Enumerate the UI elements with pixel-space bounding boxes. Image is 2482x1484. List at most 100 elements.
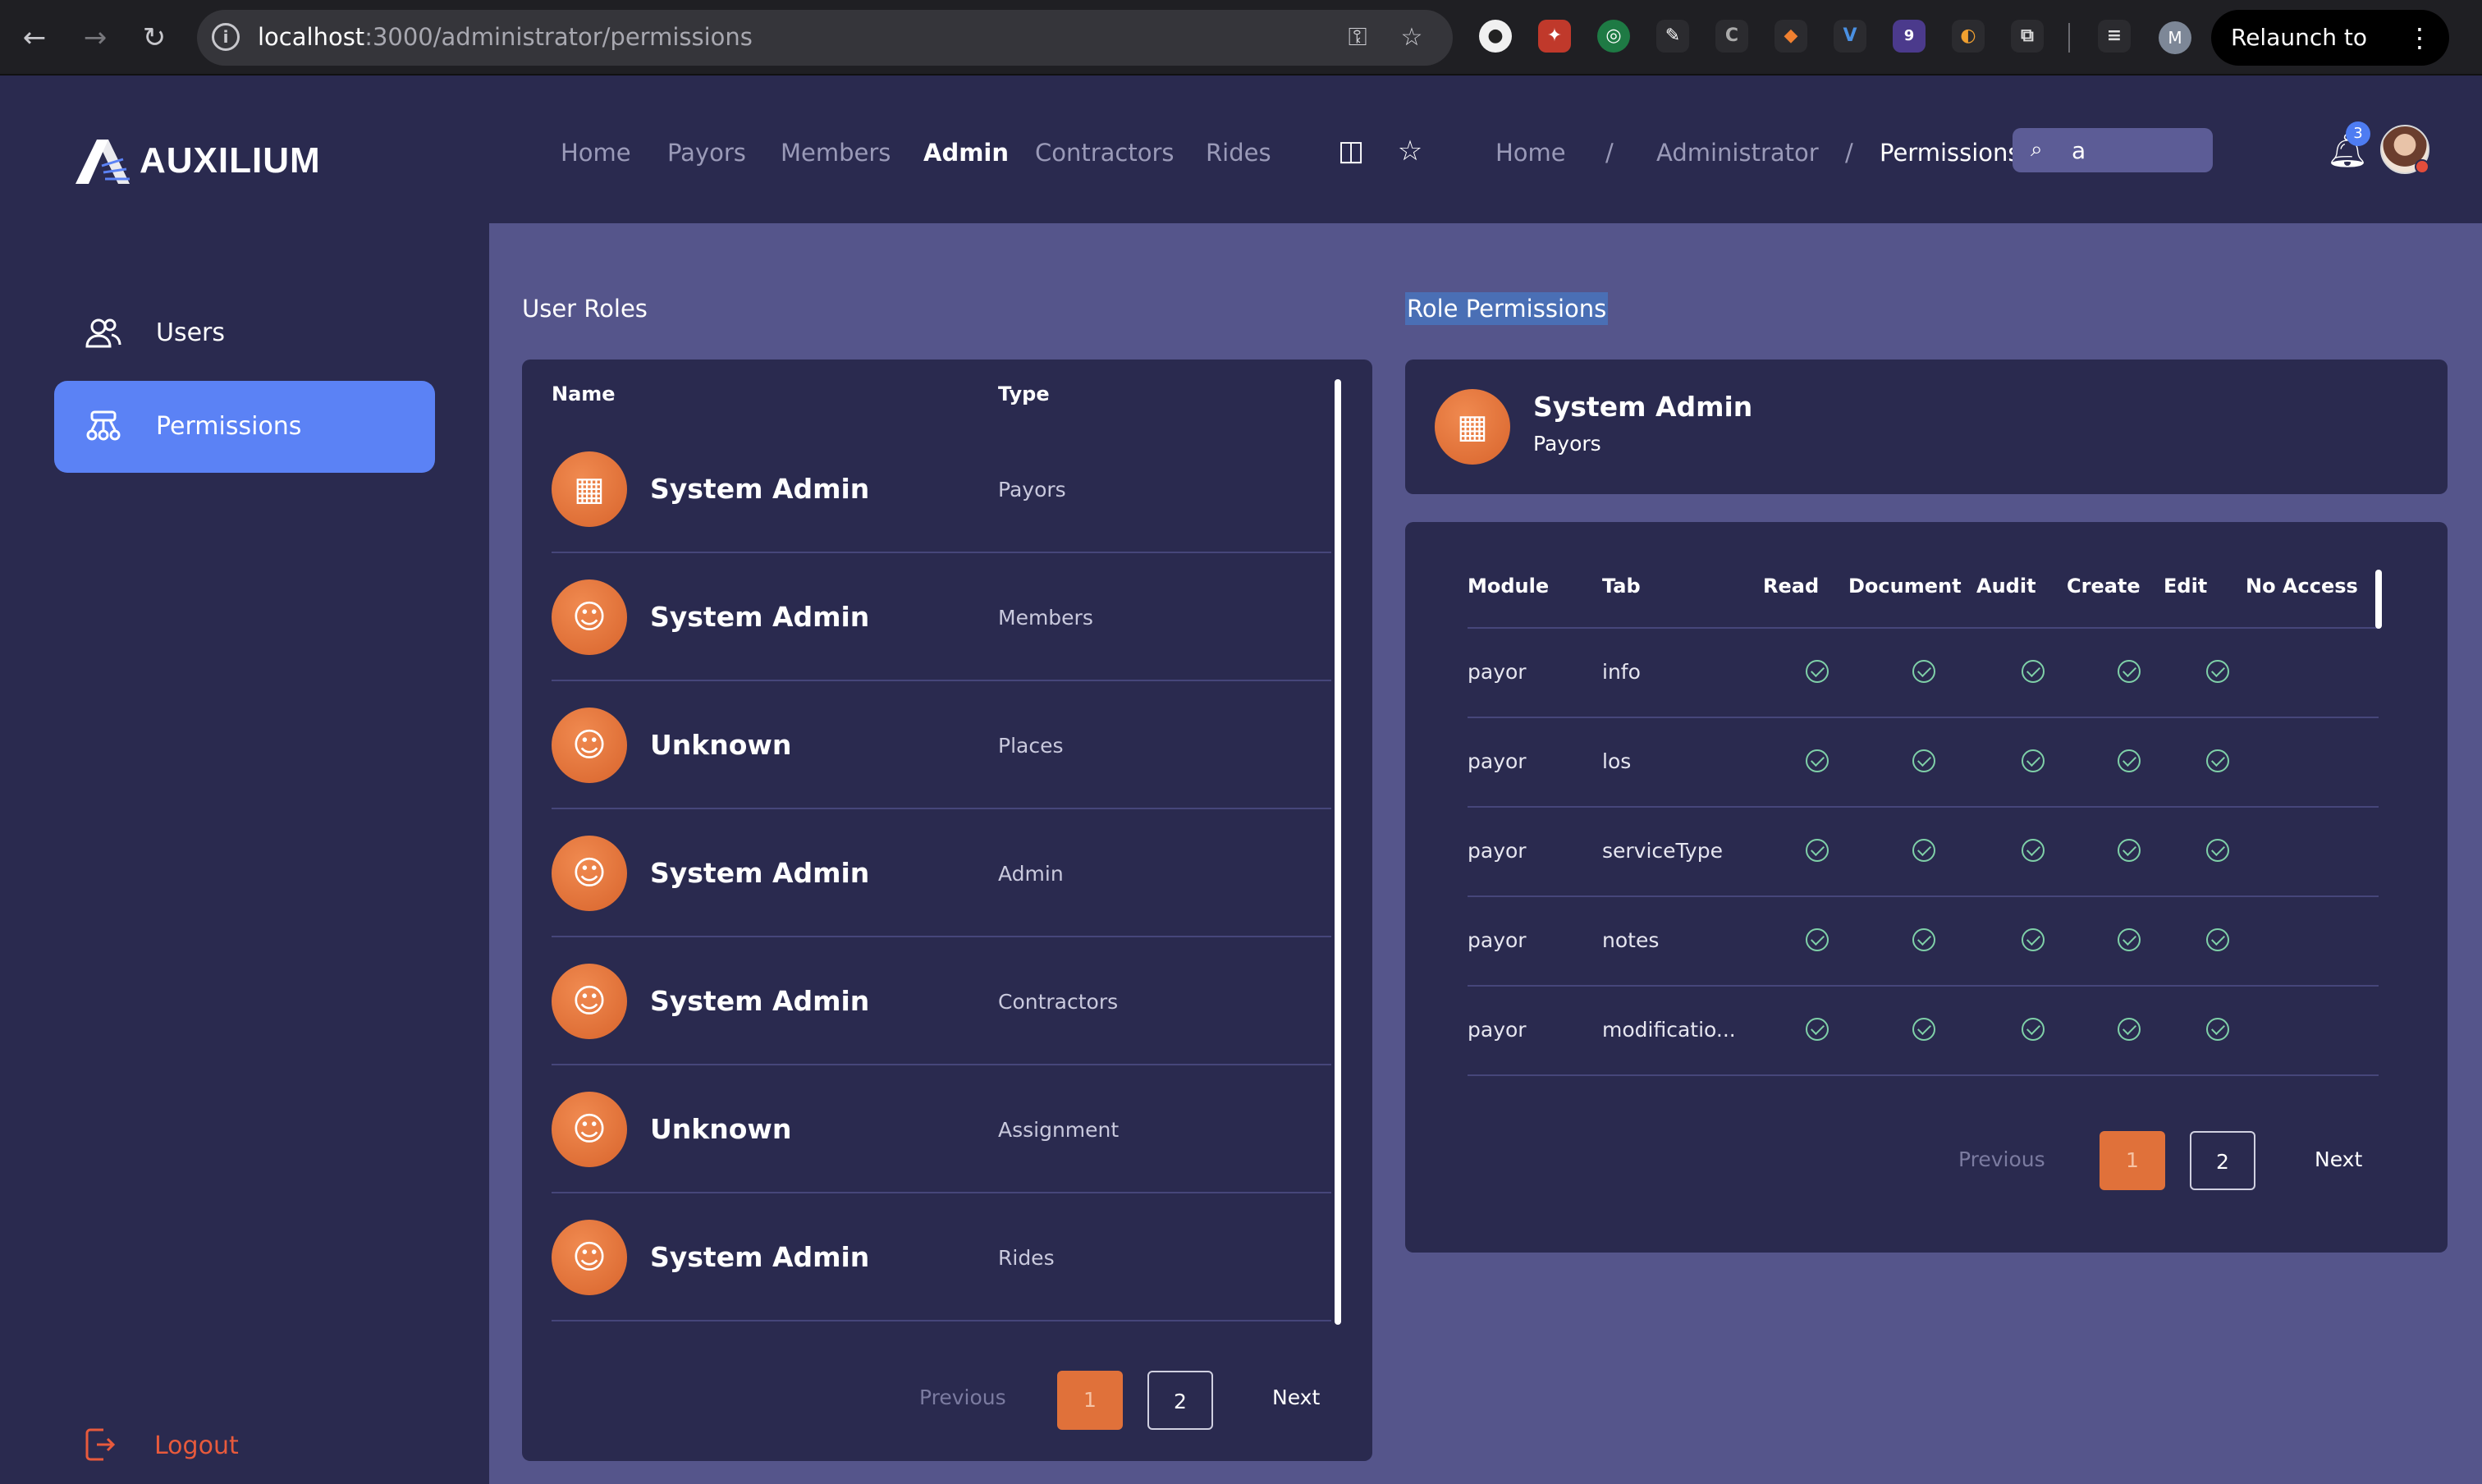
browser-chrome: ← → ↻ i localhost:3000/administrator/per… [0,0,2482,107]
media-controls-icon[interactable]: ≡ [2098,20,2131,53]
notification-count-badge: 3 [2346,121,2370,146]
sidebar: Users Permissions Logout [0,223,489,1484]
permissions-table-panel: Module Tab Read Document Audit Create Ed… [1405,522,2448,1253]
audit-check-icon[interactable] [2022,749,2045,772]
favorite-star-icon[interactable]: ☆ [1392,133,1428,169]
extension-icon[interactable]: ● [1479,20,1512,53]
table-row[interactable]: ☺ System Admin Admin [552,809,1331,937]
page-button-1[interactable]: 1 [2100,1131,2165,1190]
edit-check-icon[interactable] [2206,928,2229,951]
profile-avatar[interactable]: M [2159,21,2191,54]
table-row[interactable]: ☺ System Admin Contractors [552,937,1331,1065]
sidebar-item-users[interactable]: Users [54,287,435,379]
extension-icon[interactable]: V [1834,20,1866,53]
edit-check-icon[interactable] [2206,660,2229,683]
nav-contractors[interactable]: Contractors [1035,136,1175,169]
user-icon: ☺ [552,836,627,911]
extension-icon[interactable]: ◐ [1952,20,1985,53]
edit-check-icon[interactable] [2206,749,2229,772]
document-check-icon[interactable] [1912,839,1935,862]
nav-home[interactable]: Home [561,136,631,169]
breadcrumb-home[interactable]: Home [1495,136,1566,169]
table-row[interactable]: ▦ System Admin Payors [552,425,1331,553]
url-text[interactable]: localhost:3000/administrator/permissions [258,23,753,51]
table-row[interactable]: ☺ System Admin Members [552,553,1331,681]
user-roles-title: User Roles [522,295,648,323]
extension-icon[interactable]: ✦ [1538,20,1571,53]
vertical-scrollbar[interactable] [1335,379,1341,1325]
create-check-icon[interactable] [2118,928,2141,951]
pagination-previous[interactable]: Previous [1958,1146,2045,1174]
extension-icon[interactable]: 9 [1893,20,1926,53]
pagination-next[interactable]: Next [2315,1146,2362,1174]
read-check-icon[interactable] [1806,660,1829,683]
extensions-puzzle-icon[interactable]: ⧉ [2011,20,2044,53]
nav-rides[interactable]: Rides [1206,136,1271,169]
site-info-icon[interactable]: i [212,23,240,51]
search-box[interactable]: ⌕ [2013,128,2213,172]
sidebar-item-permissions[interactable]: Permissions [54,381,435,473]
search-input[interactable] [2072,135,2203,166]
table-row[interactable]: ☺ System Admin Rides [552,1193,1331,1321]
role-type: Rides [998,1246,1055,1270]
edit-check-icon[interactable] [2206,839,2229,862]
vertical-scrollbar[interactable] [2375,570,2382,629]
column-header-edit: Edit [2164,575,2208,598]
document-check-icon[interactable] [1912,749,1935,772]
tab-cell: info [1602,660,1641,684]
create-check-icon[interactable] [2118,1018,2141,1041]
back-icon[interactable]: ← [15,18,54,57]
document-check-icon[interactable] [1912,928,1935,951]
forward-icon[interactable]: → [76,18,115,57]
status-indicator [2415,159,2429,174]
table-row: payor notes [1468,897,2379,987]
pagination-previous[interactable]: Previous [919,1384,1006,1412]
address-bar[interactable]: i localhost:3000/administrator/permissio… [197,10,1453,66]
document-check-icon[interactable] [1912,1018,1935,1041]
edit-check-icon[interactable] [2206,1018,2229,1041]
user-icon: ☺ [552,1220,627,1295]
create-check-icon[interactable] [2118,749,2141,772]
read-check-icon[interactable] [1806,749,1829,772]
breadcrumb-separator: / [1605,139,1614,167]
logo-text: AUXILIUM [140,140,321,181]
reload-icon[interactable]: ↻ [135,18,174,57]
extension-icon[interactable]: ✎ [1656,20,1689,53]
extension-icon[interactable]: ◆ [1774,20,1807,53]
more-menu-icon[interactable]: ⋮ [2406,10,2433,66]
sidebar-toggle-icon[interactable]: ◫ [1333,133,1369,169]
read-check-icon[interactable] [1806,1018,1829,1041]
audit-check-icon[interactable] [2022,839,2045,862]
breadcrumb-administrator[interactable]: Administrator [1656,136,1819,169]
nav-payors[interactable]: Payors [667,136,746,169]
extension-icon[interactable]: C [1715,20,1748,53]
page-button-1[interactable]: 1 [1057,1371,1123,1430]
read-check-icon[interactable] [1806,839,1829,862]
logout-button[interactable]: Logout [80,1422,327,1471]
page-button-2[interactable]: 2 [2190,1131,2255,1190]
app-logo[interactable]: AUXILIUM [72,136,320,186]
nav-admin[interactable]: Admin [923,136,1009,169]
role-type: Members [998,606,1093,630]
bookmark-star-icon[interactable]: ☆ [1395,21,1428,54]
create-check-icon[interactable] [2118,839,2141,862]
role-type: Contractors [998,990,1119,1014]
document-check-icon[interactable] [1912,660,1935,683]
audit-check-icon[interactable] [2022,1018,2045,1041]
audit-check-icon[interactable] [2022,928,2045,951]
create-check-icon[interactable] [2118,660,2141,683]
role-name: System Admin [650,1241,870,1273]
pagination-next[interactable]: Next [1272,1384,1320,1412]
extension-icon[interactable]: ◎ [1597,20,1630,53]
audit-check-icon[interactable] [2022,660,2045,683]
nav-members[interactable]: Members [781,136,891,169]
table-row: payor info [1468,629,2379,718]
password-key-icon[interactable]: ⚿ [1341,21,1374,54]
table-row[interactable]: ☺ Unknown Assignment [552,1065,1331,1193]
relaunch-button[interactable]: Relaunch to update⋮ [2211,10,2449,107]
column-header-create: Create [2067,575,2141,598]
read-check-icon[interactable] [1806,928,1829,951]
module-cell: payor [1468,839,1527,863]
page-button-2[interactable]: 2 [1147,1371,1213,1430]
table-row[interactable]: ☺ Unknown Places [552,681,1331,809]
